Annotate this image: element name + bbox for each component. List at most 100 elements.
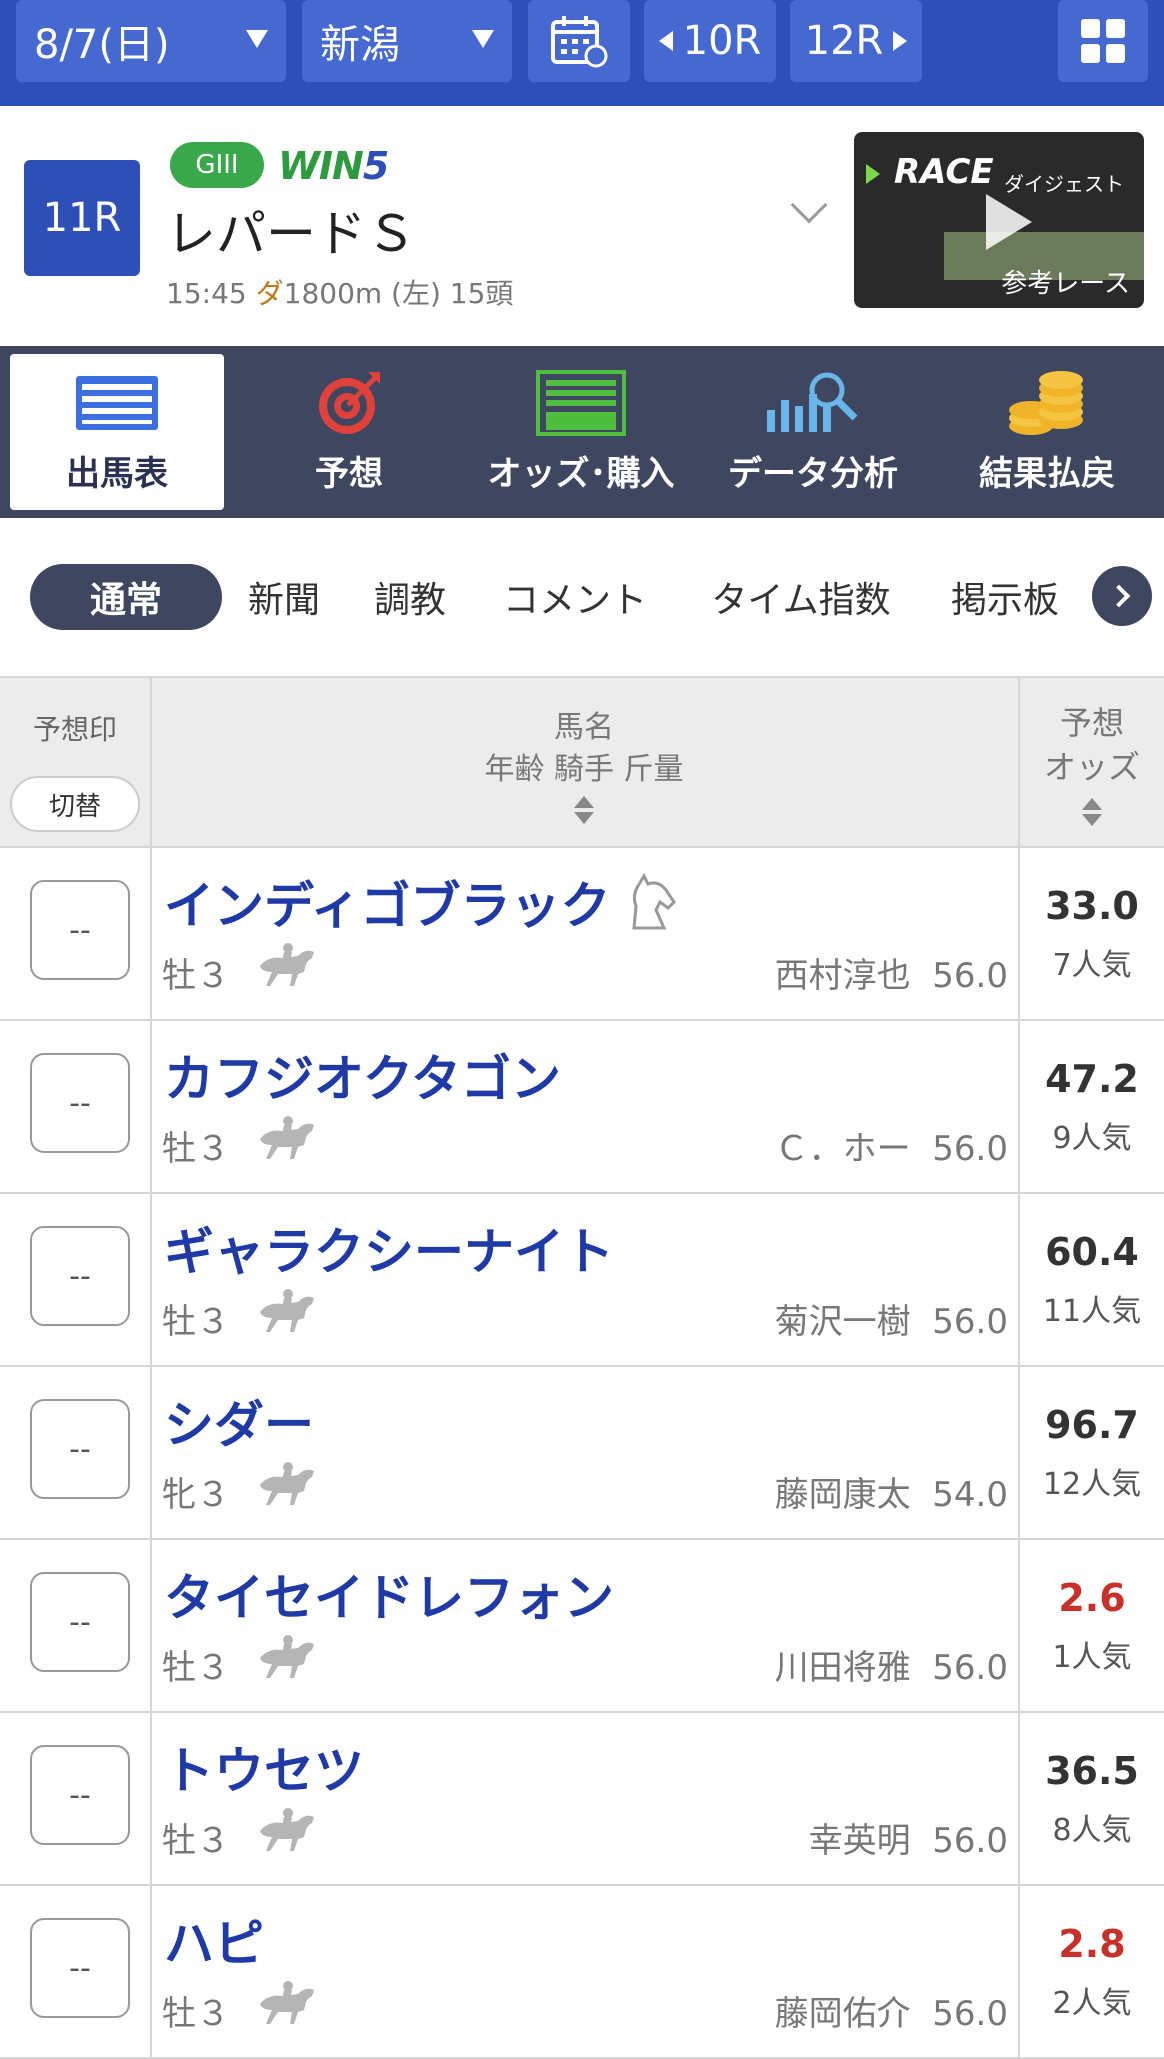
column-divider <box>150 1194 152 1367</box>
sort-down-icon[interactable] <box>1082 814 1102 826</box>
top-bar: 8/7(日) 新潟 10R 12R <box>0 0 1164 106</box>
tab-data-analysis[interactable]: データ分析 <box>706 354 920 510</box>
prediction-mark-button[interactable]: -- <box>30 880 130 980</box>
grid-menu-button[interactable] <box>1058 0 1148 82</box>
prediction-mark-button[interactable]: -- <box>30 1745 130 1845</box>
table-row[interactable]: -- カフジオクタゴン 牡３ Ｃ．ホー 56.0 47.2 9人気 <box>0 1021 1164 1194</box>
tab-label: 出馬表 <box>66 454 168 494</box>
prediction-mark-button[interactable]: -- <box>30 1918 130 2018</box>
column-divider <box>150 1540 152 1713</box>
prediction-mark-button[interactable]: -- <box>30 1572 130 1672</box>
prediction-mark-button[interactable]: -- <box>30 1053 130 1153</box>
carried-weight: 56.0 <box>932 1129 1008 1169</box>
subtab-comment[interactable]: コメント <box>490 564 660 630</box>
column-header-name[interactable]: 馬名 <box>152 702 1016 746</box>
grade-badge: GIII <box>170 142 264 188</box>
jockey-name: Ｃ．ホー <box>774 1129 911 1169</box>
tab-odds-purchase[interactable]: オッズ･購入 <box>474 354 688 510</box>
debut-horse-icon <box>632 872 676 930</box>
carried-weight: 54.0 <box>932 1475 1008 1515</box>
column-divider <box>1018 1540 1020 1713</box>
calendar-button[interactable] <box>528 0 630 82</box>
race-digest-thumbnail[interactable]: RACE ダイジェスト 参考レース <box>854 132 1144 308</box>
distance-info: 1800m (左) 15頭 <box>283 277 514 310</box>
sort-down-icon[interactable] <box>574 812 594 824</box>
horse-name[interactable]: ギャラクシーナイト <box>164 1212 614 1284</box>
caret-down-icon <box>472 30 494 48</box>
sub-tab-bar: 通常 新聞 調教 コメント タイム指数 掲示板 <box>0 518 1164 676</box>
odds-value: 2.6 <box>1058 1576 1126 1620</box>
race-number-badge: 11R <box>24 160 140 276</box>
post-time: 15:45 <box>166 277 247 310</box>
jockey-name: 菊沢一樹 <box>774 1302 911 1342</box>
table-row[interactable]: -- インディゴブラック 牡３ 西村淳也 56.0 33.0 7人気 <box>0 848 1164 1021</box>
jockey-horse-icon <box>260 943 314 986</box>
next-race-button[interactable]: 12R <box>790 0 922 82</box>
table-row[interactable]: -- シダー 牝３ 藤岡康太 54.0 96.7 12人気 <box>0 1367 1164 1540</box>
column-header-mark: 予想印 <box>32 713 117 746</box>
popularity: 9人気 <box>1052 1121 1132 1156</box>
horse-name[interactable]: タイセイドレフォン <box>164 1558 614 1630</box>
carried-weight: 56.0 <box>932 1821 1008 1861</box>
race-card-icon <box>76 376 158 430</box>
sex-age: 牡３ <box>162 956 230 996</box>
toggle-button[interactable]: 切替 <box>10 776 140 832</box>
date-select[interactable]: 8/7(日) <box>16 0 286 82</box>
column-header-sub[interactable]: 年齢 騎手 斤量 <box>152 744 1016 788</box>
table-row[interactable]: -- トウセツ 牡３ 幸英明 56.0 36.5 8人気 <box>0 1713 1164 1886</box>
sex-age: 牡３ <box>162 1994 230 2034</box>
jockey-weight: 川田将雅 56.0 <box>775 1640 1008 1689</box>
scroll-right-button[interactable] <box>1092 566 1152 626</box>
play-arrow-icon <box>866 164 880 184</box>
sort-up-icon[interactable] <box>1082 798 1102 810</box>
subtab-training[interactable]: 調教 <box>362 564 458 630</box>
column-header-odds-sub[interactable]: オッズ <box>1020 742 1164 788</box>
prediction-mark-button[interactable]: -- <box>30 1399 130 1499</box>
jockey-horse-icon <box>260 1462 314 1505</box>
popularity: 11人気 <box>1042 1294 1142 1329</box>
sex-age: 牡３ <box>162 1821 230 1861</box>
jockey-weight: 菊沢一樹 56.0 <box>775 1294 1008 1343</box>
calendar-icon <box>551 16 608 68</box>
subtab-bulletin-board[interactable]: 掲示板 <box>942 564 1068 630</box>
column-divider <box>1018 1021 1020 1194</box>
jockey-name: 川田将雅 <box>774 1648 911 1688</box>
tab-race-card[interactable]: 出馬表 <box>10 354 224 510</box>
column-divider <box>150 1886 152 2059</box>
subtab-time-index[interactable]: タイム指数 <box>696 564 906 630</box>
tab-results-payout[interactable]: 結果払戻 <box>940 354 1154 510</box>
racecourse-value: 新潟 <box>320 22 400 68</box>
digest-label: 参考レース <box>1001 269 1130 299</box>
column-divider <box>150 1367 152 1540</box>
jockey-horse-icon <box>260 1116 314 1159</box>
tab-prediction[interactable]: 予想 <box>242 354 456 510</box>
table-row[interactable]: -- タイセイドレフォン 牡３ 川田将雅 56.0 2.6 1人気 <box>0 1540 1164 1713</box>
table-row[interactable]: -- ハピ 牡３ 藤岡佑介 56.0 2.8 2人気 <box>0 1886 1164 2059</box>
column-divider <box>1018 1713 1020 1886</box>
horse-name[interactable]: インディゴブラック <box>164 866 611 938</box>
jockey-horse-icon <box>260 1808 314 1851</box>
subtab-normal[interactable]: 通常 <box>30 564 222 630</box>
horse-name[interactable]: シダー <box>164 1385 314 1457</box>
popularity: 2人気 <box>1052 1986 1132 2021</box>
sort-up-icon[interactable] <box>574 796 594 808</box>
racecourse-select[interactable]: 新潟 <box>302 0 512 82</box>
column-divider <box>1018 1886 1020 2059</box>
digest-subtitle: ダイジェスト <box>1004 172 1124 196</box>
sex-age: 牡３ <box>162 1648 230 1688</box>
tab-label: 結果払戻 <box>979 454 1115 494</box>
caret-down-icon <box>246 30 268 48</box>
odds-value: 96.7 <box>1045 1403 1139 1447</box>
subtab-newspaper[interactable]: 新聞 <box>236 564 332 630</box>
horse-name[interactable]: カフジオクタゴン <box>164 1039 561 1111</box>
prev-race-button[interactable]: 10R <box>644 0 776 82</box>
win5-logo: WIN5 <box>278 144 389 188</box>
column-header-odds[interactable]: 予想 <box>1020 698 1164 744</box>
horse-name[interactable]: ハピ <box>164 1904 264 1976</box>
horse-name[interactable]: トウセツ <box>164 1731 364 1803</box>
prediction-mark-button[interactable]: -- <box>30 1226 130 1326</box>
table-row[interactable]: -- ギャラクシーナイト 牡３ 菊沢一樹 56.0 60.4 11人気 <box>0 1194 1164 1367</box>
arrow-right-icon <box>893 31 908 51</box>
table-header: 予想印 切替 馬名 年齢 騎手 斤量 予想 オッズ <box>0 676 1164 848</box>
chevron-down-icon[interactable] <box>790 186 828 224</box>
